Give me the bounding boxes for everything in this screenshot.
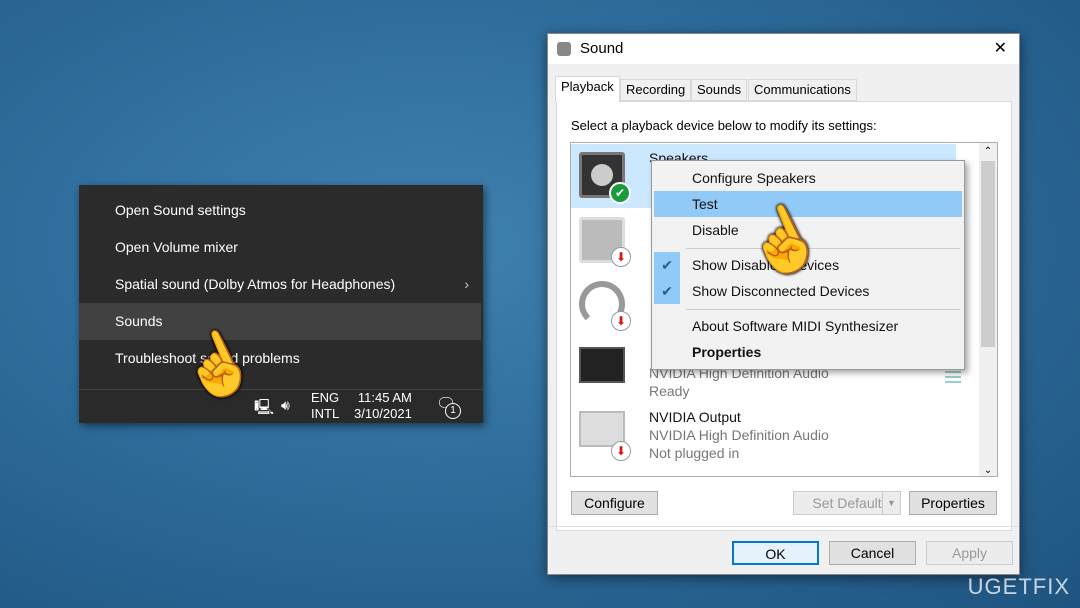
configure-button[interactable]: Configure xyxy=(571,491,658,515)
time: 11:45 AM xyxy=(357,390,412,405)
device-status: Not plugged in xyxy=(649,445,740,461)
tab-recording[interactable]: Recording xyxy=(620,79,692,101)
volume-icon[interactable]: 🔊︎ xyxy=(281,397,290,414)
notification-count: 1 xyxy=(445,403,461,419)
disconnected-icon: ⬇ xyxy=(611,247,631,267)
notification-icon[interactable]: 🗨 1 xyxy=(436,394,461,419)
tab-playback[interactable]: Playback xyxy=(555,76,620,102)
dialog-title: Sound xyxy=(580,40,624,57)
disconnected-icon: ⬇ xyxy=(611,441,631,461)
menu-item-open-volume-mixer[interactable]: Open Volume mixer xyxy=(79,229,481,266)
network-icon[interactable]: 🖳 xyxy=(254,397,274,422)
default-check-icon: ✔ xyxy=(609,182,631,204)
menu-item-sounds[interactable]: Sounds xyxy=(79,303,481,340)
set-default-button: Set Default ▼ xyxy=(793,491,901,515)
separator xyxy=(686,309,960,310)
lang-top: ENG xyxy=(311,390,340,405)
instruction-text: Select a playback device below to modify… xyxy=(571,118,877,133)
device-nvidia-output[interactable]: ⬇ NVIDIA Output NVIDIA High Definition A… xyxy=(571,403,956,467)
sound-app-icon xyxy=(557,42,571,56)
menu-item-about-midi[interactable]: About Software MIDI Synthesizer xyxy=(654,313,962,339)
monitor-icon xyxy=(579,347,625,383)
scroll-thumb[interactable] xyxy=(981,161,995,347)
device-name: NVIDIA Output xyxy=(649,409,741,425)
sound-tray-menu: Open Sound settings Open Volume mixer Sp… xyxy=(79,185,483,423)
lang-bottom: INTL xyxy=(311,406,340,421)
dropdown-arrow-icon: ▼ xyxy=(882,492,900,514)
menu-item-spatial-sound[interactable]: Spatial sound (Dolby Atmos for Headphone… xyxy=(79,266,481,303)
taskbar: 🖳 🔊︎ ENG INTL 11:45 AM 3/10/2021 🗨 1 xyxy=(79,389,483,423)
apply-button: Apply xyxy=(926,541,1013,565)
date: 3/10/2021 xyxy=(354,406,412,421)
properties-button[interactable]: Properties xyxy=(909,491,997,515)
device-status: Ready xyxy=(649,383,690,399)
clock[interactable]: 11:45 AM 3/10/2021 xyxy=(354,390,412,422)
scroll-down-icon[interactable]: ⌄ xyxy=(979,465,997,476)
tab-communications[interactable]: Communications xyxy=(748,79,857,101)
menu-item-configure-speakers[interactable]: Configure Speakers xyxy=(654,165,962,191)
cancel-button[interactable]: Cancel xyxy=(829,541,916,565)
menu-item-show-disconnected[interactable]: Show Disconnected Devices xyxy=(654,278,962,304)
title-bar: Sound ✕ xyxy=(548,34,1019,64)
language-indicator[interactable]: ENG INTL xyxy=(311,390,339,422)
divider xyxy=(548,526,1019,527)
ok-button[interactable]: OK xyxy=(732,541,819,565)
tab-sounds[interactable]: Sounds xyxy=(691,79,748,101)
menu-item-open-sound-settings[interactable]: Open Sound settings xyxy=(79,192,481,229)
device-driver: NVIDIA High Definition Audio xyxy=(649,427,829,443)
menu-item-properties[interactable]: Properties xyxy=(654,339,962,365)
spatial-sound-label: Spatial sound (Dolby Atmos for Headphone… xyxy=(115,276,396,292)
chevron-right-icon: › xyxy=(464,276,469,292)
scroll-up-icon[interactable]: ⌃ xyxy=(979,143,997,161)
close-button[interactable]: ✕ xyxy=(994,34,1007,64)
watermark-logo: UGETFIX xyxy=(967,574,1070,599)
menu-item-troubleshoot[interactable]: Troubleshoot sound problems xyxy=(79,340,481,377)
scrollbar[interactable]: ⌃ ⌄ xyxy=(979,143,997,476)
disconnected-icon: ⬇ xyxy=(611,311,631,331)
set-default-label: Set Default xyxy=(812,495,882,511)
